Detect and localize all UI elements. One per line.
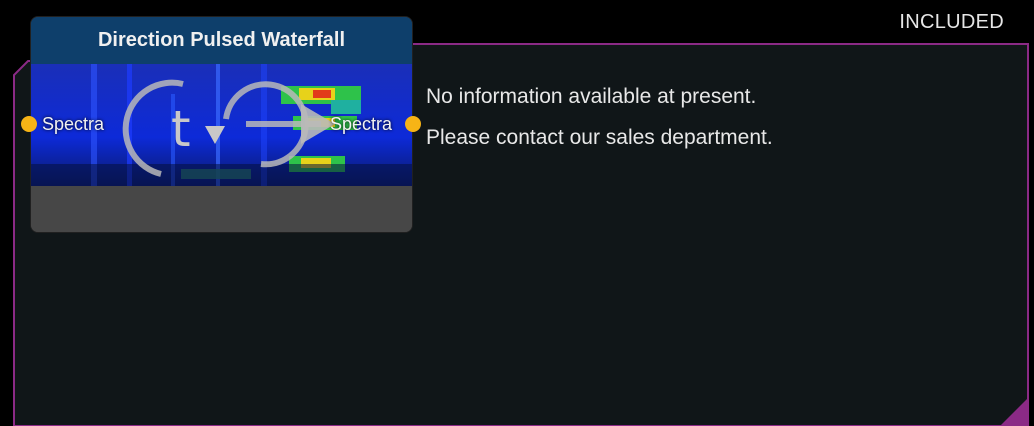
svg-text:t: t [171,100,191,158]
info-line: Please contact our sales department. [426,126,773,149]
output-port-label: Spectra [330,114,393,134]
info-text: No information available at present. Ple… [426,76,773,158]
node-footer [31,186,412,232]
input-port[interactable] [21,116,37,132]
output-port[interactable] [405,116,421,132]
included-badge: INCLUDED [899,11,1004,33]
node-title: Direction Pulsed Waterfall [31,17,412,64]
input-port-label: Spectra [42,114,105,134]
info-line: No information available at present. [426,85,757,108]
